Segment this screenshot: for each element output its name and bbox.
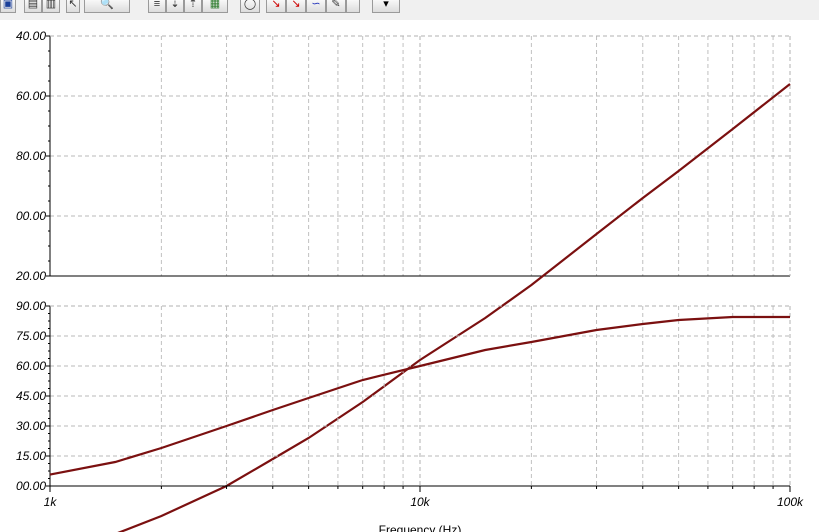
magnitude-ytick-label: 00.00 (16, 209, 46, 223)
phase-ytick-label: 75.00 (16, 329, 46, 343)
phase-ytick-label: 15.00 (16, 449, 46, 463)
bode-chart: 40.00 60.00 80.00 00.00 20.00 90.00 75.00 60.00… (15, 29, 804, 532)
phase-ytick-label: 45.00 (16, 389, 46, 403)
magnitude-ytick-label: 20.00 (15, 269, 46, 283)
magnitude-ytick-label: 80.00 (16, 149, 46, 163)
phase-ytick-label: 30.00 (16, 419, 46, 433)
phase-series-line (49, 315, 790, 476)
xtick-label: 1k (44, 495, 58, 509)
magnitude-ytick-label: 40.00 (16, 29, 46, 43)
magnitude-ytick-label: 60.00 (16, 89, 46, 103)
phase-panel: 90.00 75.00 60.00 45.00 30.00 15.00 00.00 (16, 299, 791, 493)
phase-ytick-label: 60.00 (16, 359, 46, 373)
xtick-label: 10k (410, 495, 430, 509)
x-axis-title: Frequency (Hz) (379, 523, 462, 532)
phase-ytick-label: 00.00 (16, 479, 46, 493)
xtick-label: 100k (777, 495, 804, 509)
phase-ytick-label: 90.00 (16, 299, 46, 313)
